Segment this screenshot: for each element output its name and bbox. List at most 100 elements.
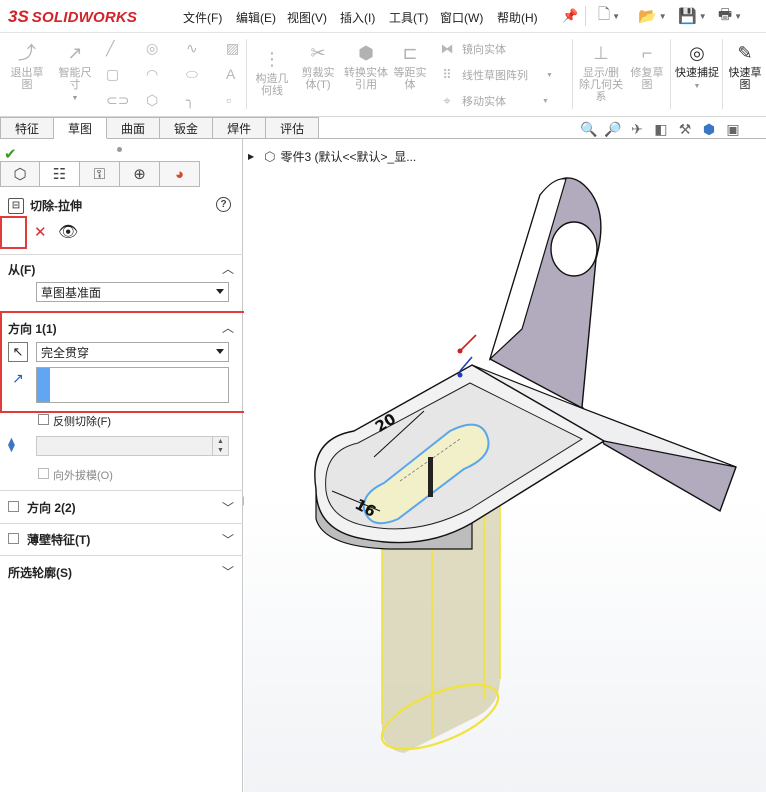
pin-icon[interactable]: 📌 [562, 8, 578, 24]
collapse-chevron-icon[interactable]: ︿ [222, 260, 234, 277]
quick-snap-icon: ◎ [689, 43, 705, 63]
zoom-area-icon[interactable]: 🔎 [604, 121, 622, 138]
trim-entities-button[interactable]: ✂ 剪裁实体(T) [298, 41, 338, 91]
direction-selection-box[interactable] [36, 367, 229, 403]
direction2-section-title[interactable]: 方向 2(2) [27, 499, 76, 516]
preview-eye-icon[interactable]: 👁 [58, 222, 78, 242]
new-doc-button[interactable]: 🗋 ▼ [598, 4, 620, 28]
previous-view-icon[interactable]: ✈ [628, 121, 646, 138]
linear-pattern-icon: ⠿ [442, 67, 452, 82]
from-select[interactable]: 草图基准面 [36, 282, 229, 302]
dimxpert-manager-tab[interactable]: ⊕ [120, 161, 160, 187]
reverse-direction-button[interactable]: ↖ [8, 342, 28, 362]
plane-icon[interactable]: ▨ [226, 40, 239, 57]
draft-outward-checkbox[interactable] [38, 468, 49, 479]
tab-features[interactable]: 特征 [0, 117, 55, 139]
polygon-icon[interactable]: ⬡ [146, 92, 158, 109]
configuration-icon: ⚿ [93, 165, 106, 183]
separator [722, 39, 723, 109]
thin-feature-checkbox[interactable] [8, 533, 19, 544]
line-icon[interactable]: ╱ [106, 40, 114, 57]
separator [670, 39, 671, 109]
menu-tools[interactable]: 工具(T) [389, 9, 428, 26]
configuration-manager-tab[interactable]: ⚿ [80, 161, 120, 187]
chevron-down-icon [216, 349, 224, 354]
direction-vector-icon: ↗ [12, 370, 24, 386]
ellipse-icon[interactable]: ⬭ [186, 66, 198, 83]
ok-highlight-box [0, 216, 27, 249]
thin-feature-section-title[interactable]: 薄壁特征(T) [27, 531, 90, 548]
model-viewport[interactable]: 软件自学网 20 16 [244, 139, 766, 792]
slot-icon[interactable]: ⊂⊃ [106, 92, 129, 109]
tab-weldments[interactable]: 焊件 [213, 117, 267, 139]
fillet-icon[interactable]: ╮ [186, 92, 194, 109]
selected-contours-section-title[interactable]: 所选轮廓(S) [8, 564, 72, 581]
tab-sketch[interactable]: 草图 [54, 117, 108, 139]
menu-insert[interactable]: 插入(I) [340, 9, 375, 26]
zoom-to-fit-icon[interactable]: 🔍 [580, 121, 598, 138]
spin-buttons[interactable]: ▲ ▼ [212, 437, 228, 455]
menu-edit[interactable]: 编辑(E) [236, 9, 276, 26]
from-section-title[interactable]: 从(F) [8, 261, 35, 278]
dynamic-annotation-icon[interactable]: ⚒ [676, 121, 694, 138]
expand-chevron-icon[interactable]: ﹀ [222, 563, 234, 580]
move-entities-button[interactable]: ⌖ 移动实体 ▼ [438, 93, 549, 109]
draft-angle-input[interactable]: ▲ ▼ [36, 436, 229, 456]
convert-entities-button[interactable]: ⬢ 转换实体引用 [344, 41, 388, 91]
circle-icon[interactable]: ◎ [146, 40, 158, 57]
print-button[interactable]: 🖶 ▼ [718, 4, 742, 28]
extrude-arrow-handle[interactable] [428, 457, 433, 497]
tab-evaluate[interactable]: 评估 [266, 117, 320, 139]
expand-chevron-icon[interactable]: ﹀ [222, 531, 234, 548]
solidworks-logo[interactable]: 3S SOLIDWORKS [8, 4, 137, 30]
property-manager-tab[interactable]: ☷ [40, 161, 80, 187]
spline-icon[interactable]: ∿ [186, 40, 198, 57]
ok-button[interactable]: ✔ [4, 145, 17, 163]
panel-grip[interactable] [117, 147, 122, 152]
menu-window[interactable]: 窗口(W) [440, 9, 483, 26]
command-tabs: 特征 草图 曲面 钣金 焊件 评估 [0, 117, 336, 139]
view-orientation-icon[interactable]: ⬢ [700, 121, 718, 138]
text-icon[interactable]: A [226, 66, 235, 82]
quick-snaps-button[interactable]: ◎ 快速捕捉 ▼ [674, 41, 720, 93]
dropdown-arrow-icon: ▼ [71, 95, 79, 102]
repair-sketch-button[interactable]: ⌐ 修复草图 [627, 41, 667, 91]
exit-sketch-button[interactable]: ⤴ 退出草图 [8, 41, 46, 91]
menu-help[interactable]: 帮助(H) [497, 9, 538, 26]
mirror-entities-button[interactable]: ⧓ 镜向实体 [438, 41, 507, 57]
flip-side-cut-checkbox[interactable] [38, 414, 49, 425]
section-view-icon[interactable]: ◧ [652, 121, 670, 138]
save-icon: 💾 [678, 8, 697, 25]
rectangle-icon[interactable]: ▢ [106, 66, 119, 83]
direction2-checkbox[interactable] [8, 501, 19, 512]
separator [585, 6, 586, 26]
display-style-icon[interactable]: ▣ [724, 121, 742, 138]
linear-pattern-button[interactable]: ⠿ 线性草图阵列 ▼ [438, 67, 553, 83]
open-button[interactable]: 📂 ▼ [638, 4, 667, 28]
menu-view[interactable]: 视图(V) [287, 9, 327, 26]
end-condition-select[interactable]: 完全贯穿 [36, 342, 229, 362]
construction-geometry-button[interactable]: ⋮ 构造几何线 [252, 47, 292, 97]
arc-icon[interactable]: ◠ [146, 66, 158, 83]
graphics-area[interactable]: ▶ ⬡ 零件3 (默认<<默认>_显... 软件自学网 20 [244, 139, 766, 792]
crosshair-icon: ⊕ [133, 166, 146, 183]
direction1-section-title[interactable]: 方向 1(1) [8, 320, 57, 337]
offset-entities-button[interactable]: ⊏ 等距实体 [390, 41, 430, 91]
tab-surfaces[interactable]: 曲面 [107, 117, 161, 139]
draft-icon[interactable]: ⧫ [8, 436, 30, 456]
collapse-chevron-icon[interactable]: ︿ [222, 319, 234, 336]
menu-file[interactable]: 文件(F) [183, 9, 222, 26]
cancel-button[interactable]: ✕ [34, 223, 47, 241]
point-icon[interactable]: ▫ [226, 92, 231, 108]
save-button[interactable]: 💾 ▼ [678, 4, 707, 28]
display-delete-relations-button[interactable]: ⊥ 显示/删除几何关系 [578, 41, 624, 103]
dropdown-arrow-icon: ▼ [546, 71, 553, 79]
help-icon[interactable]: ? [216, 197, 231, 212]
rapid-sketch-button[interactable]: ✎ 快速草图 [724, 41, 766, 91]
tab-sheet-metal[interactable]: 钣金 [160, 117, 214, 139]
origin-point [457, 348, 463, 354]
feature-manager-tab[interactable]: ⬡ [0, 161, 40, 187]
expand-chevron-icon[interactable]: ﹀ [222, 499, 234, 516]
smart-dimension-button[interactable]: ↗ 智能尺寸 ▼ [54, 41, 96, 105]
display-manager-tab[interactable]: ◕ [160, 161, 200, 187]
